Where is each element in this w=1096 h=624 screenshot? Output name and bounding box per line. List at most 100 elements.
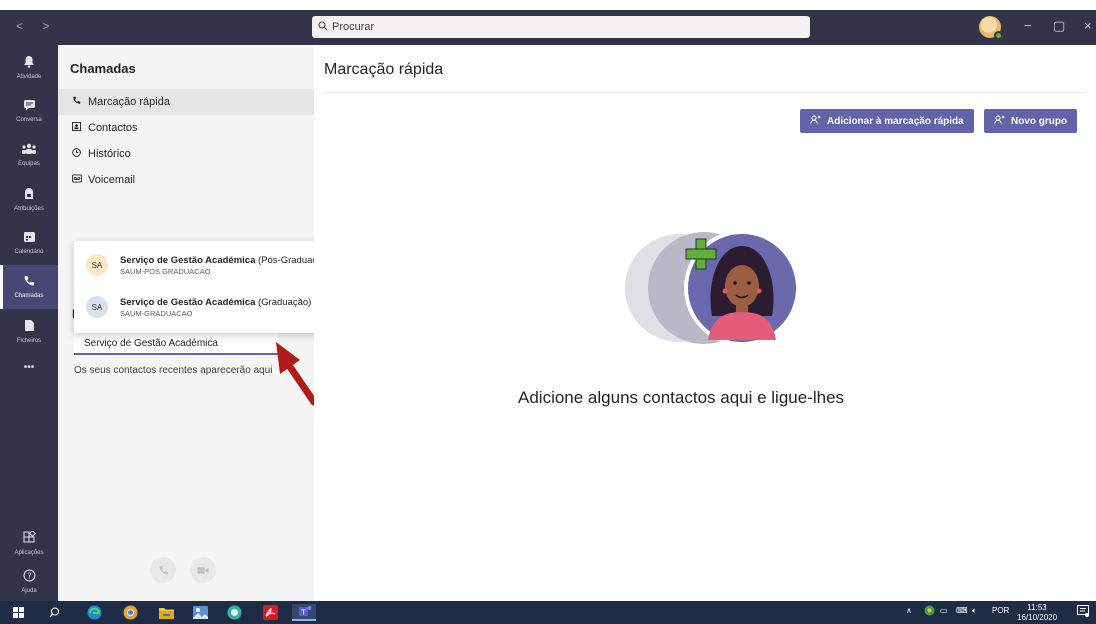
help-icon: ? [23,569,36,585]
chat-icon [23,99,36,114]
file-explorer-icon[interactable] [158,604,175,621]
rail-label: Equipas [18,161,40,167]
acrobat-reader-icon[interactable] [262,604,279,621]
rail-item-atribuicoes[interactable]: Atribuições [0,177,58,221]
rail-item-chamadas[interactable]: Chamadas [0,265,58,309]
rail-item-calendario[interactable]: Calendário [0,221,58,265]
language-indicator[interactable]: POR [992,606,1009,615]
suggestion-name-bold: Serviço de Gestão Académica [120,254,256,266]
file-icon [24,319,35,335]
suggestion-name: Serviço de Gestão Académica (Graduação) [120,297,311,308]
menu-item-voicemail[interactable]: Voicemail [58,167,314,193]
windows-taskbar: T ∧ ▭ ⌨ 🔈︎ POR 11:53 16/10/2020 [0,601,1096,624]
contacts-icon [72,122,88,134]
voicemail-icon [72,174,88,186]
edge-browser-icon[interactable] [86,604,103,621]
svg-text:?: ? [27,571,31,580]
page-title: Marcação rápida [324,61,444,78]
battery-icon: ▭ [940,606,948,615]
suggestion-name-rest: (Graduação) [255,296,312,308]
empty-state-message: Adicione alguns contactos aqui e ligue-l… [518,388,845,407]
search-icon[interactable] [46,604,63,621]
rail-item-atividade[interactable]: Atividade [0,45,58,89]
top-strip [0,0,1096,10]
more-icon: ••• [23,361,35,373]
call-buttons [150,557,216,583]
chrome-browser-icon[interactable] [122,604,139,621]
rail-label: Ajuda [21,587,37,594]
search-icon [318,20,328,34]
menu-item-label: Contactos [88,122,138,134]
rail-label: Ficheiros [16,337,42,344]
main-content: Marcação rápida Adicionar à marcação ráp… [314,45,1096,601]
rail-item-more[interactable]: ••• [0,345,58,389]
clock-icon [72,148,88,160]
menu-item-speed-dial[interactable]: Marcação rápida [58,89,314,115]
system-clock[interactable]: 11:53 16/10/2020 [1017,603,1057,623]
clock-time: 11:53 [1027,603,1047,612]
suggestion-name-bold: Serviço de Gestão Académica [120,296,256,308]
minimize-icon[interactable]: − [1024,18,1032,33]
menu-item-label: Histórico [88,148,131,160]
add-speed-dial-button[interactable]: Adicionar à marcação rápida [800,109,974,133]
search-box[interactable]: Procurar [312,16,810,38]
add-group-icon [994,115,1005,127]
assignments-icon [23,187,35,203]
audio-call-button[interactable] [150,557,176,583]
new-group-button[interactable]: Novo grupo [984,109,1078,133]
tray-app-icon[interactable] [924,605,935,618]
rail-item-ajuda[interactable]: ? Ajuda [0,559,58,603]
svg-text:T: T [300,609,306,617]
photos-app-icon[interactable] [192,604,209,621]
divider [324,92,1086,93]
clock-date: 16/10/2020 [1017,613,1058,622]
rail-item-conversa[interactable]: Conversa [0,89,58,133]
rail-label: Chamadas [14,293,44,299]
maximize-icon[interactable]: ▢ [1053,18,1065,34]
empty-state-illustration [625,230,800,346]
title-bar: < > Procurar − ▢ × [0,10,1096,45]
button-label: Adicionar à marcação rápida [827,115,964,127]
bell-icon [23,55,35,71]
user-avatar[interactable] [979,16,1003,40]
rail-label: Conversa [16,117,42,123]
recent-contacts-note: Os seus contactos recentes aparecerão aq… [74,365,273,376]
calendar-icon [23,231,36,246]
suggestion-item[interactable]: SA Serviço de Gestão Académica (Graduaçã… [74,287,348,327]
teams-icon [21,143,37,158]
panel-title: Chamadas [70,61,136,76]
rail-label: Atribuições [14,205,44,212]
tray-chevron-up-icon[interactable]: ∧ [906,606,912,615]
avatar: SA [86,296,108,318]
phone-icon [23,275,35,290]
menu-item-label: Marcação rápida [88,96,170,108]
close-icon[interactable]: × [1084,18,1092,33]
suggestion-item[interactable]: SA Serviço de Gestão Académica (Pós-Grad… [74,245,348,285]
phone-icon [72,96,88,108]
suggestion-email: SAUM-GRADUACAO [120,308,193,318]
app-icon[interactable] [226,604,243,621]
presence-available-icon [994,31,1003,40]
add-person-icon [810,115,821,127]
menu-item-contacts[interactable]: Contactos [58,115,314,141]
rail-label: Atividade [16,73,42,80]
suggestion-email: SAUM-POS.GRADUACAO [120,266,211,276]
menu-item-label: Voicemail [88,174,136,186]
nav-arrows[interactable]: < > [16,19,57,33]
rail-label: Calendário [14,249,44,255]
search-placeholder: Procurar [332,21,375,33]
volume-icon[interactable]: 🔈︎ [972,606,977,616]
contact-name-input[interactable] [74,333,278,355]
contact-suggestions-dropdown: SA Serviço de Gestão Académica (Pós-Grad… [74,241,348,333]
video-camera-icon [197,566,209,574]
apps-icon [23,529,36,547]
app-rail: Atividade Conversa Equipas Atribuições C… [0,45,58,601]
network-icon[interactable]: ⌨ [956,606,968,615]
menu-item-history[interactable]: Histórico [58,141,314,167]
video-call-button[interactable] [190,557,216,583]
rail-item-equipas[interactable]: Equipas [0,133,58,177]
teams-taskbar-icon[interactable]: T [292,604,316,621]
notification-center-icon[interactable] [1077,605,1089,619]
windows-start-icon[interactable] [10,604,27,621]
button-label: Novo grupo [1011,115,1068,127]
